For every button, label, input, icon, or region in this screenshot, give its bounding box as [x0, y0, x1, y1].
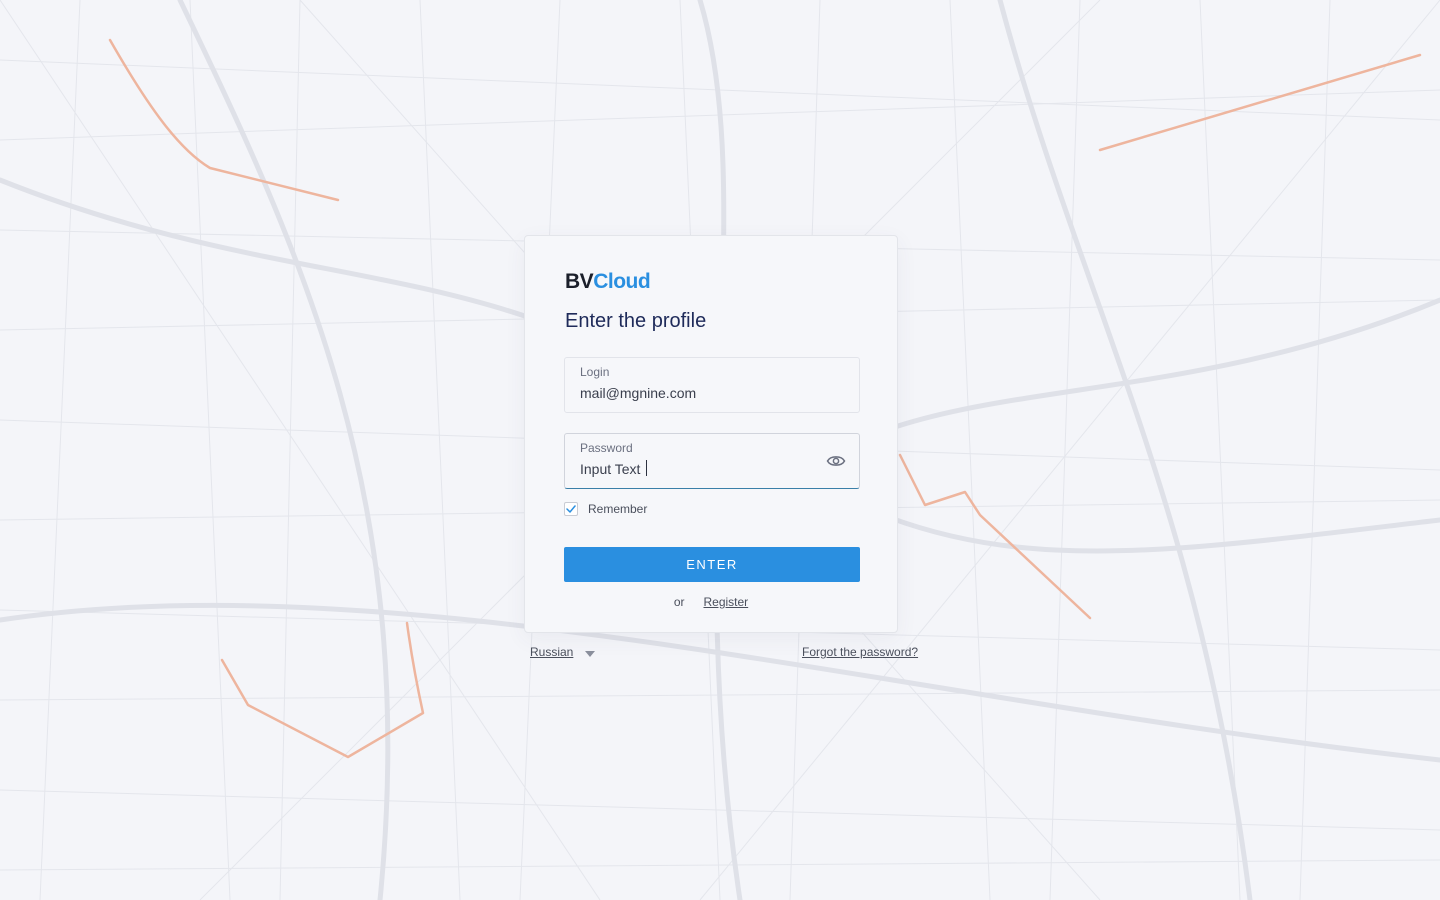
password-input[interactable] — [580, 460, 810, 478]
logo-text-cloud: Cloud — [593, 270, 651, 293]
register-link[interactable]: Register — [703, 595, 748, 609]
remember-label: Remember — [588, 502, 648, 516]
remember-checkbox[interactable]: Remember — [564, 502, 647, 516]
register-row: or Register — [525, 595, 897, 609]
enter-button[interactable]: ENTER — [564, 547, 860, 582]
login-field[interactable]: Login mail@mgnine.com — [564, 357, 860, 413]
page-title: Enter the profile — [565, 310, 707, 332]
login-card: BVCloud Enter the profile Login mail@mgn… — [524, 235, 898, 633]
or-text: or — [673, 595, 685, 609]
checkmark-icon — [566, 505, 576, 513]
logo-text-bv: BV — [565, 270, 594, 293]
password-field[interactable]: Password — [564, 433, 860, 489]
language-label[interactable]: Russian — [530, 645, 573, 659]
brand-logo: BVCloud — [565, 270, 651, 294]
text-caret — [646, 460, 647, 476]
login-label: Login — [580, 365, 610, 379]
checkbox-box[interactable] — [564, 502, 578, 516]
language-selector[interactable]: Russian — [530, 645, 596, 659]
eye-icon[interactable] — [826, 452, 846, 470]
caret-down-icon[interactable] — [585, 650, 596, 657]
forgot-password-link[interactable]: Forgot the password? — [802, 645, 918, 659]
password-label: Password — [580, 441, 633, 455]
login-value[interactable]: mail@mgnine.com — [580, 384, 810, 402]
